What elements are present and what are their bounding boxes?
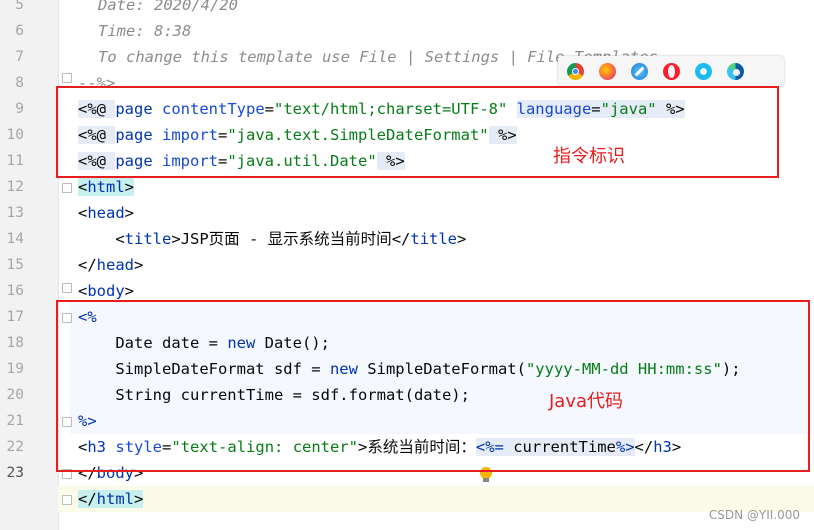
bracket: > (457, 230, 467, 248)
bracket: > (134, 490, 144, 508)
directive-annotation-box (56, 86, 779, 178)
tag-name: body (87, 282, 125, 300)
html-close-tag: </html> (78, 490, 144, 508)
line-number: 6 (15, 23, 24, 39)
line-number: 12 (6, 179, 24, 195)
safari-icon[interactable] (631, 63, 648, 80)
line-number: 22 (6, 439, 24, 455)
line-number: 14 (6, 231, 24, 247)
browser-preview-popup (558, 56, 784, 86)
line-number: 15 (6, 257, 24, 273)
current-line-highlight (58, 486, 814, 512)
code-line-23[interactable]: </html> (78, 486, 144, 512)
code-line-13[interactable]: <title>JSP页面 - 显示系统当前时间</title> (78, 226, 466, 252)
bracket: </ (78, 256, 97, 274)
line-number: 10 (6, 127, 24, 143)
fold-marker-icon[interactable] (62, 495, 72, 505)
line-number: 18 (6, 335, 24, 351)
bracket: < (78, 204, 88, 222)
code-line-5[interactable]: Date: 2020/4/20 (98, 0, 238, 18)
java-annotation-box (56, 300, 810, 472)
tag-name: head (96, 256, 134, 274)
bracket: > (134, 256, 144, 274)
java-annotation-label: Java代码 (549, 391, 624, 412)
edge-icon[interactable] (727, 63, 744, 80)
directive-annotation-label: 指令标识 (553, 146, 625, 167)
tag-name: head (87, 204, 125, 222)
code-line-12[interactable]: <head> (78, 200, 134, 226)
line-number: 13 (6, 205, 24, 221)
line-number-current: 23 (6, 465, 24, 481)
tag-name: html (87, 178, 125, 196)
title-text: JSP页面 - 显示系统当前时间 (180, 230, 392, 248)
line-number: 21 (6, 413, 24, 429)
tag-name: title (410, 230, 458, 248)
opera-icon[interactable] (663, 63, 680, 80)
bracket: > (124, 204, 135, 222)
line-number: 11 (6, 153, 24, 169)
code-line-14[interactable]: </head> (78, 252, 143, 278)
code-line-6[interactable]: Time: 8:38 (98, 18, 191, 44)
line-number: 16 (6, 283, 24, 299)
line-number: 9 (15, 101, 24, 117)
bracket: > (171, 230, 181, 248)
bracket: > (124, 282, 135, 300)
line-number: 8 (15, 75, 24, 91)
bracket: < (78, 282, 88, 300)
tag-name: html (96, 490, 134, 508)
fold-marker-icon[interactable] (62, 283, 72, 293)
chrome-icon[interactable] (567, 63, 584, 80)
line-number: 19 (6, 361, 24, 377)
line-number: 20 (6, 387, 24, 403)
bracket: </ (78, 490, 97, 508)
lightbulb-base (483, 478, 489, 482)
fold-marker-icon[interactable] (62, 73, 72, 83)
bracket: </ (391, 230, 411, 248)
line-number: 7 (15, 49, 24, 65)
ie-icon[interactable] (695, 63, 712, 80)
fold-marker-icon[interactable] (62, 183, 72, 193)
watermark: CSDN @YII.000 (708, 508, 800, 522)
line-number: 17 (6, 309, 24, 325)
bracket: < (78, 178, 88, 196)
tag-name: title (124, 230, 172, 248)
line-number: 5 (15, 0, 24, 13)
firefox-icon[interactable] (599, 63, 616, 80)
bracket: < (115, 230, 125, 248)
html-open-tag: <html> (78, 178, 135, 196)
bracket: > (124, 178, 135, 196)
